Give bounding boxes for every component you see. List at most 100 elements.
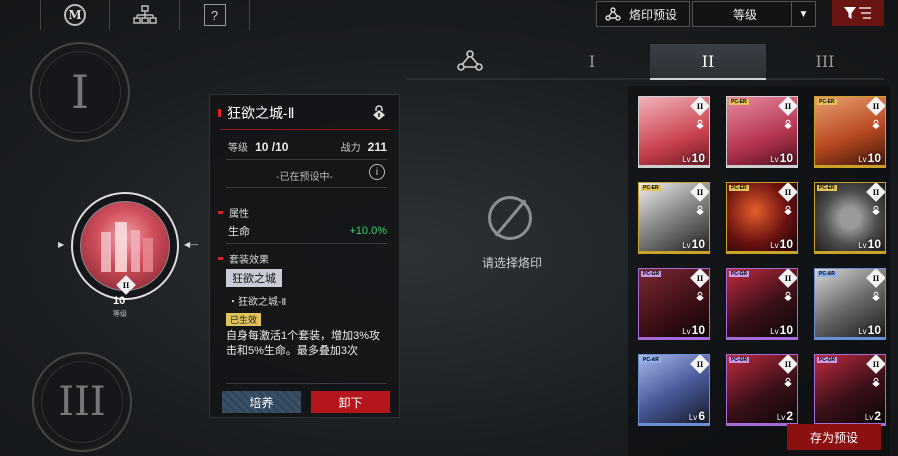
card-level: Lv10: [858, 237, 881, 251]
rank-label: II: [784, 359, 792, 369]
card-type-badge: PC-ER: [729, 99, 749, 105]
triangle-nodes-icon: [605, 7, 621, 21]
rank-label: II: [872, 273, 880, 283]
rank-label: II: [696, 187, 704, 197]
brand-card[interactable]: PC-ER II Lv10: [814, 96, 886, 168]
lock-icon: [696, 291, 704, 301]
rank-label: II: [872, 101, 880, 111]
tab-bar: I II III: [406, 44, 884, 80]
slot-3-circle[interactable]: III: [32, 352, 132, 452]
brand-card[interactable]: PC-ER II Lv10: [638, 182, 710, 254]
slot-level: 10: [113, 295, 126, 307]
card-type-badge: PC-ER: [641, 185, 661, 191]
arrow-left-icon: ▶: [58, 240, 65, 249]
tab-1[interactable]: I: [534, 44, 650, 80]
save-preset-button[interactable]: 存为预设: [787, 424, 881, 450]
rank-label: II: [696, 101, 704, 111]
attr-header: 属性: [218, 205, 249, 220]
lock-icon: [872, 205, 880, 215]
logo-button[interactable]: M: [40, 0, 110, 30]
divider: [226, 159, 387, 160]
brand-card[interactable]: PC-GR II Lv2: [814, 354, 886, 426]
slot-level-label: 等级: [113, 311, 127, 318]
card-type-badge: PC-GR: [641, 271, 662, 277]
rank-badge: II: [778, 355, 797, 374]
info-icon[interactable]: i: [369, 164, 385, 180]
card-rarity-bar: [815, 337, 885, 339]
filter-icon: [844, 7, 871, 19]
brand-card[interactable]: PC-GR II Lv10: [726, 268, 798, 340]
rank-badge: II: [866, 269, 885, 288]
lock-icon: [872, 377, 880, 387]
sort-value: 等级: [732, 7, 757, 22]
sort-dropdown[interactable]: 等级 ▼: [692, 1, 816, 27]
rank-label: II: [696, 273, 704, 283]
active-tag: 已生效: [226, 313, 262, 326]
brand-card[interactable]: PC-AR II Lv6: [638, 354, 710, 426]
upgrade-button[interactable]: 培养: [222, 391, 301, 413]
red-marker: [218, 211, 223, 214]
red-marker: [218, 257, 223, 260]
triangle-nodes-icon: [457, 50, 483, 71]
brand-card[interactable]: PC-ER II Lv10: [814, 182, 886, 254]
preset-label: 烙印预设: [629, 7, 678, 22]
tab-all[interactable]: [406, 44, 534, 80]
card-level: Lv10: [682, 237, 705, 251]
rank-label: II: [696, 359, 704, 369]
brand-card[interactable]: PC-ER II Lv10: [726, 182, 798, 254]
card-rarity-bar: [639, 423, 709, 425]
unequip-button[interactable]: 卸下: [311, 391, 390, 413]
set-name-tag: 狂欲之城: [226, 269, 282, 287]
attr-name: 生命: [228, 226, 250, 238]
attr-header-label: 属性: [229, 209, 249, 220]
lock-icon: [872, 291, 880, 301]
card-level: Lv10: [858, 323, 881, 337]
brand-card[interactable]: PC-AR II Lv10: [814, 268, 886, 340]
filter-button[interactable]: [832, 0, 884, 26]
card-rarity-bar: [727, 165, 797, 167]
rank-label: II: [872, 359, 880, 369]
card-type-badge: PC-ER: [817, 185, 837, 191]
help-icon: ?: [203, 4, 226, 26]
preset-button[interactable]: 烙印预设: [596, 1, 690, 27]
card-rarity-bar: [639, 251, 709, 253]
grid-panel: II Lv10 PC-ER II Lv10 PC-ER II Lv10 PC-ER II Lv10 P…: [628, 86, 890, 456]
tab-3[interactable]: III: [766, 44, 884, 80]
slot-2-selected[interactable]: II: [71, 192, 179, 300]
brand-card[interactable]: II Lv10: [638, 96, 710, 168]
lock-button[interactable]: [371, 104, 387, 125]
card-rarity-bar: [815, 165, 885, 167]
card-level: Lv10: [682, 323, 705, 337]
hierarchy-icon: [132, 5, 157, 24]
card-level: Lv10: [770, 323, 793, 337]
lock-icon: [696, 119, 704, 129]
rank-badge: II: [778, 183, 797, 202]
brand-card[interactable]: PC-GR II Lv10: [638, 268, 710, 340]
level-power-row: 等级 10 /10 战力 211: [228, 139, 387, 154]
card-type-badge: PC-GR: [817, 357, 838, 363]
card-rarity-bar: [727, 251, 797, 253]
rank-badge: II: [778, 97, 797, 116]
brand-card[interactable]: PC-GR II Lv2: [726, 354, 798, 426]
lock-icon: [784, 119, 792, 129]
set-description: 自身每激活1个套装，增加3%攻击和5%生命。最多叠加3次: [226, 330, 381, 357]
set-piece: ・狂欲之城-Ⅱ: [228, 297, 287, 308]
card-rarity-bar: [727, 337, 797, 339]
rank-label: II: [784, 101, 792, 111]
empty-prompt: 请选择烙印: [481, 256, 542, 270]
rank-badge: II: [690, 269, 709, 288]
card-type-badge: PC-GR: [729, 271, 750, 277]
hierarchy-button[interactable]: [110, 0, 180, 30]
card-level: Lv6: [688, 409, 705, 423]
divider: [226, 243, 387, 244]
slot-1-circle[interactable]: I: [30, 42, 130, 142]
set-header-label: 套装效果: [229, 255, 269, 266]
help-button[interactable]: ?: [180, 0, 250, 30]
tab-2[interactable]: II: [650, 44, 766, 80]
top-nav: M ?: [40, 0, 250, 30]
rank-badge: II: [690, 97, 709, 116]
brand-card[interactable]: PC-ER II Lv10: [726, 96, 798, 168]
chevron-down-icon[interactable]: ▼: [791, 2, 815, 26]
rank-badge: II: [866, 355, 885, 374]
lock-icon: [696, 205, 704, 215]
